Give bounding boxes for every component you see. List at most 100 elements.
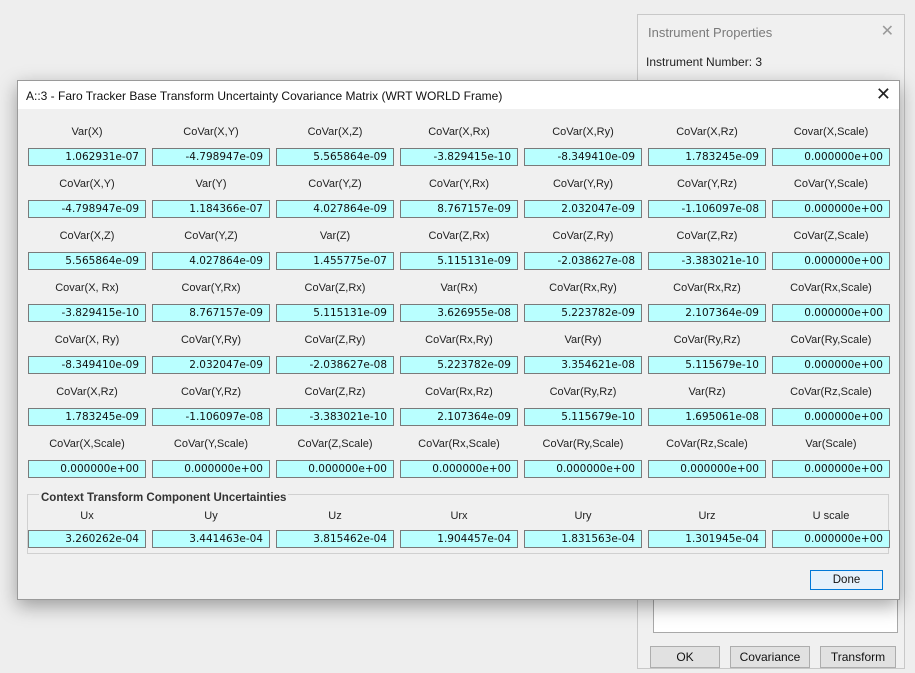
matrix-cell-value[interactable]: 2.107364e-09 [400,408,518,426]
matrix-cell-label: CoVar(X,Z) [307,126,363,138]
matrix-cell-label: CoVar(Z,Rz) [304,386,366,398]
matrix-cell-value[interactable]: 0.000000e+00 [400,460,518,478]
context-cell-value[interactable]: 1.904457e-04 [400,530,518,548]
matrix-cell-label: CoVar(Z,Rx) [304,282,366,294]
context-cell-value[interactable]: 3.260262e-04 [28,530,146,548]
matrix-cell-label: Var(Scale) [805,438,857,450]
matrix-cell-value[interactable]: -3.829415e-10 [400,148,518,166]
matrix-cell-value[interactable]: -3.383021e-10 [276,408,394,426]
matrix-cell-value[interactable]: 0.000000e+00 [772,304,890,322]
matrix-cell-value[interactable]: 5.115679e-10 [648,356,766,374]
matrix-cell-value[interactable]: 0.000000e+00 [772,200,890,218]
context-cell-value[interactable]: 3.441463e-04 [152,530,270,548]
matrix-cell-value[interactable]: 1.695061e-08 [648,408,766,426]
context-cell-label: U scale [812,510,850,522]
matrix-cell-value[interactable]: -4.798947e-09 [28,200,146,218]
matrix-cell-value[interactable]: 5.115679e-10 [524,408,642,426]
matrix-cell-value[interactable]: -3.829415e-10 [28,304,146,322]
context-cell-label: Uy [204,510,218,522]
matrix-cell-value[interactable]: 5.115131e-09 [276,304,394,322]
context-cell-value[interactable]: 1.831563e-04 [524,530,642,548]
matrix-cell-value[interactable]: 5.223782e-09 [524,304,642,322]
matrix-cell-label: CoVar(X,Y) [183,126,239,138]
matrix-cell-value[interactable]: 2.107364e-09 [648,304,766,322]
matrix-cell-label: Covar(Y,Rx) [181,282,241,294]
matrix-cell-value[interactable]: -2.038627e-08 [524,252,642,270]
matrix-cell-label: CoVar(Y,Z) [308,178,362,190]
matrix-cell-value[interactable]: 0.000000e+00 [772,460,890,478]
matrix-cell-value[interactable]: 0.000000e+00 [524,460,642,478]
matrix-cell-label: Covar(X, Rx) [55,282,119,294]
matrix-cell-label: CoVar(Rz,Scale) [666,438,748,450]
props-notes-field[interactable] [653,597,898,633]
matrix-cell-value[interactable]: 1.062931e-07 [28,148,146,166]
matrix-cell-label: CoVar(Z,Scale) [793,230,869,242]
matrix-cell-value[interactable]: -8.349410e-09 [28,356,146,374]
matrix-cell-value[interactable]: -8.349410e-09 [524,148,642,166]
matrix-cell-value[interactable]: -4.798947e-09 [152,148,270,166]
matrix-cell-value[interactable]: 1.783245e-09 [648,148,766,166]
matrix-cell-value[interactable]: 0.000000e+00 [772,148,890,166]
covariance-button[interactable]: Covariance [730,646,810,668]
context-cell-value[interactable]: 3.815462e-04 [276,530,394,548]
matrix-cell-label: Var(Ry) [564,334,602,346]
matrix-cell-label: Var(Rx) [440,282,478,294]
instrument-number: Instrument Number: 3 [646,55,762,69]
matrix-cell-value[interactable]: 0.000000e+00 [648,460,766,478]
done-button[interactable]: Done [810,570,883,590]
matrix-cell-label: CoVar(X,Rz) [676,126,738,138]
matrix-cell-label: Var(Y) [195,178,227,190]
matrix-cell-label: CoVar(Ry,Rz) [549,386,617,398]
matrix-cell-value[interactable]: 1.783245e-09 [28,408,146,426]
matrix-cell-label: CoVar(Rx,Scale) [418,438,500,450]
dialog-title: A::3 - Faro Tracker Base Transform Uncer… [26,89,503,103]
matrix-cell-value[interactable]: 1.184366e-07 [152,200,270,218]
matrix-cell-value[interactable]: 4.027864e-09 [276,200,394,218]
matrix-cell-value[interactable]: -3.383021e-10 [648,252,766,270]
matrix-cell-value[interactable]: 3.626955e-08 [400,304,518,322]
matrix-cell-value[interactable]: 3.354621e-08 [524,356,642,374]
context-cell-value[interactable]: 0.000000e+00 [772,530,890,548]
matrix-cell-value[interactable]: 0.000000e+00 [28,460,146,478]
ok-button[interactable]: OK [650,646,720,668]
matrix-cell-label: CoVar(Rx,Ry) [549,282,617,294]
matrix-cell-label: CoVar(X,Rx) [428,126,490,138]
close-icon[interactable]: ✕ [876,83,891,105]
matrix-cell-label: CoVar(Y,Scale) [793,178,869,190]
matrix-cell-label: CoVar(Y,Ry) [180,334,242,346]
matrix-cell-value[interactable]: 0.000000e+00 [772,252,890,270]
matrix-cell-value[interactable]: 0.000000e+00 [276,460,394,478]
matrix-cell-value[interactable]: 8.767157e-09 [152,304,270,322]
props-close-icon[interactable]: ✕ [881,21,894,41]
matrix-cell-value[interactable]: -1.106097e-08 [648,200,766,218]
matrix-cell-value[interactable]: -2.038627e-08 [276,356,394,374]
matrix-cell-label: CoVar(Z,Ry) [552,230,614,242]
context-cell-value[interactable]: 1.301945e-04 [648,530,766,548]
matrix-cell-value[interactable]: -1.106097e-08 [152,408,270,426]
matrix-cell-label: CoVar(Y,Rz) [180,386,242,398]
matrix-cell-value[interactable]: 0.000000e+00 [772,356,890,374]
matrix-cell-value[interactable]: 1.455775e-07 [276,252,394,270]
matrix-cell-value[interactable]: 2.032047e-09 [524,200,642,218]
matrix-cell-value[interactable]: 0.000000e+00 [772,408,890,426]
matrix-cell-value[interactable]: 8.767157e-09 [400,200,518,218]
matrix-cell-label: CoVar(Rx,Ry) [425,334,493,346]
matrix-cell-label: CoVar(Rx,Rz) [425,386,493,398]
matrix-cell-value[interactable]: 5.565864e-09 [28,252,146,270]
matrix-cell-label: CoVar(Y,Rz) [676,178,738,190]
matrix-cell-value[interactable]: 5.115131e-09 [400,252,518,270]
matrix-cell-value[interactable]: 0.000000e+00 [152,460,270,478]
matrix-cell-label: CoVar(Z,Rz) [676,230,738,242]
matrix-cell-value[interactable]: 5.565864e-09 [276,148,394,166]
transform-button[interactable]: Transform [820,646,896,668]
matrix-cell-label: CoVar(Z,Ry) [304,334,366,346]
context-cell-label: Ury [574,510,592,522]
matrix-cell-value[interactable]: 5.223782e-09 [400,356,518,374]
matrix-cell-value[interactable]: 4.027864e-09 [152,252,270,270]
context-section-title: Context Transform Component Uncertaintie… [39,492,289,504]
context-cell-label: Urz [698,510,716,522]
matrix-cell-label: CoVar(X,Scale) [49,438,125,450]
matrix-cell-label: CoVar(Y,Z) [184,230,238,242]
matrix-cell-value[interactable]: 2.032047e-09 [152,356,270,374]
matrix-cell-label: CoVar(Y,Rx) [428,178,490,190]
